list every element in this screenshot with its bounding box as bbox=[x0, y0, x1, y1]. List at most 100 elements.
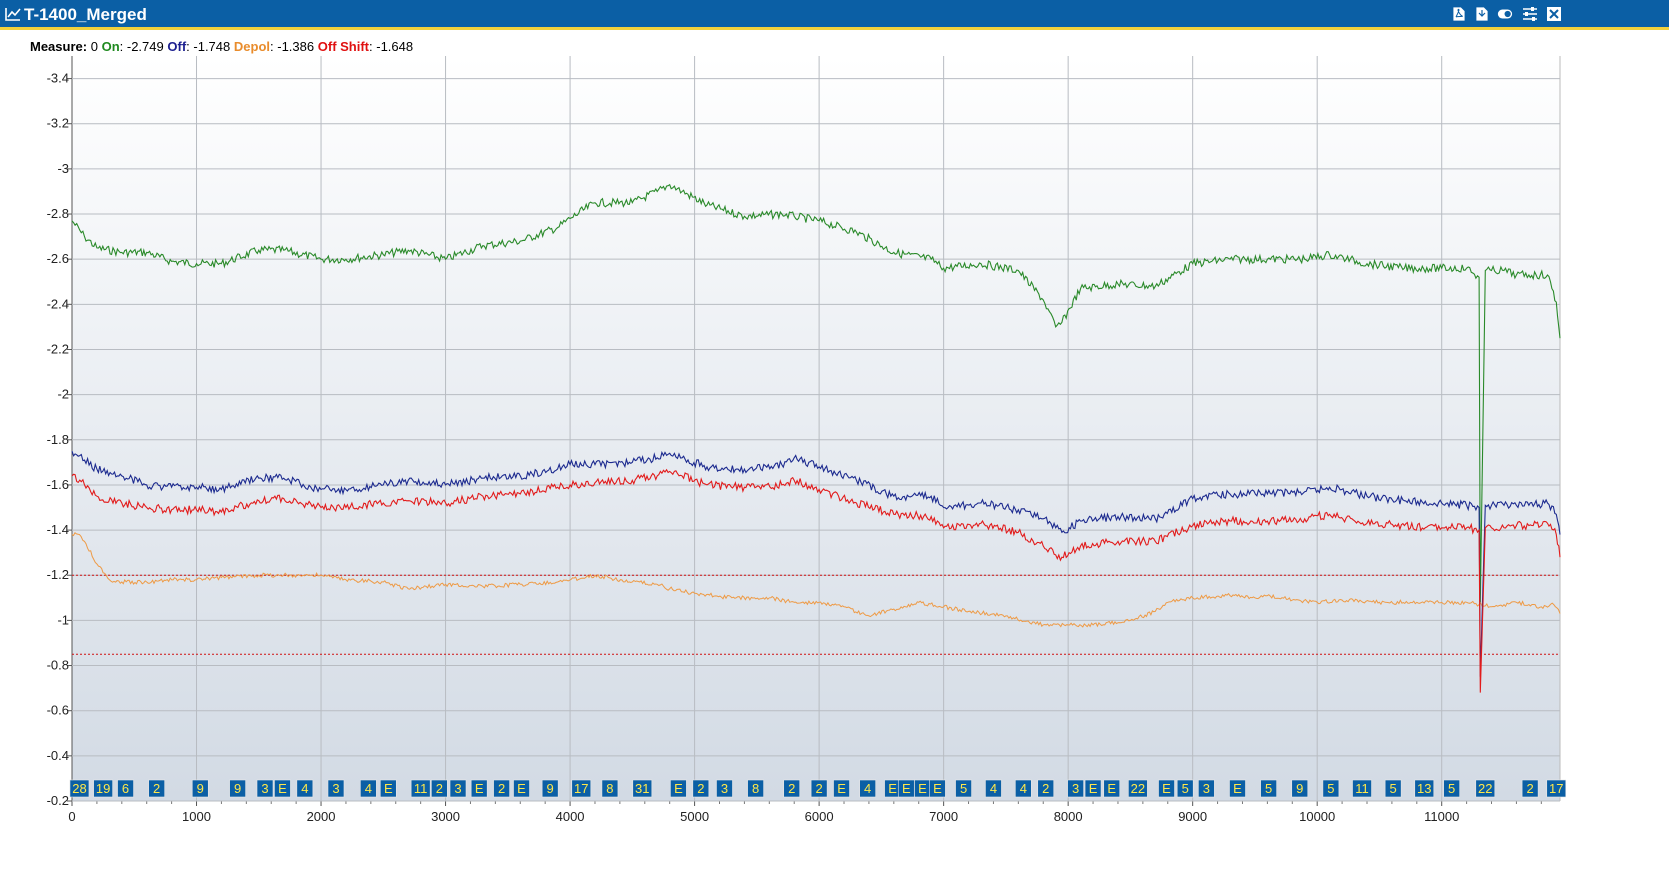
event-marker-label: 4 bbox=[864, 781, 871, 796]
x-tick-label: 4000 bbox=[556, 809, 585, 824]
event-marker-label: 4 bbox=[1020, 781, 1027, 796]
y-tick-label: -3.2 bbox=[47, 116, 69, 131]
settings-icon[interactable] bbox=[1522, 6, 1538, 22]
event-marker-label: 4 bbox=[990, 781, 997, 796]
off-value: -1.748 bbox=[193, 39, 231, 54]
event-marker-label: 2 bbox=[788, 781, 795, 796]
event-marker-label: 2 bbox=[815, 781, 822, 796]
off-shift-label: Off Shift bbox=[317, 39, 370, 54]
event-marker-label: 5 bbox=[1182, 781, 1189, 796]
event-marker-label: 3 bbox=[721, 781, 728, 796]
y-tick-label: -1 bbox=[57, 612, 69, 627]
event-marker-label: 2 bbox=[1526, 781, 1533, 796]
event-marker-label: 4 bbox=[301, 781, 308, 796]
event-marker-label: 5 bbox=[960, 781, 967, 796]
depol-label: Depol bbox=[233, 39, 271, 54]
event-marker-label: 11 bbox=[414, 781, 428, 796]
event-marker-label: E bbox=[902, 781, 911, 796]
event-marker-label: 3 bbox=[1072, 781, 1079, 796]
x-tick-label: 10000 bbox=[1299, 809, 1335, 824]
event-marker-label: 3 bbox=[261, 781, 268, 796]
event-marker-label: 19 bbox=[96, 781, 110, 796]
event-marker-label: 2 bbox=[153, 781, 160, 796]
event-marker-label: E bbox=[837, 781, 846, 796]
on-value: -2.749 bbox=[126, 39, 164, 54]
x-tick-label: 7000 bbox=[929, 809, 958, 824]
event-marker-label: 9 bbox=[234, 781, 241, 796]
measure-label: Measure bbox=[30, 39, 83, 54]
event-marker-label: 5 bbox=[1448, 781, 1455, 796]
y-tick-label: -3 bbox=[57, 161, 69, 176]
event-marker-label: 4 bbox=[365, 781, 372, 796]
y-tick-label: -0.8 bbox=[47, 658, 69, 673]
event-marker-label: 22 bbox=[1131, 781, 1145, 796]
event-marker-label: 9 bbox=[547, 781, 554, 796]
y-tick-label: -2.2 bbox=[47, 341, 69, 356]
event-marker-label: 3 bbox=[332, 781, 339, 796]
event-marker-label: 17 bbox=[574, 781, 588, 796]
x-tick-label: 1000 bbox=[182, 809, 211, 824]
event-marker-label: 8 bbox=[606, 781, 613, 796]
event-marker-label: 6 bbox=[122, 781, 129, 796]
y-tick-label: -2.4 bbox=[47, 296, 69, 311]
title-bar: T-1400_Merged bbox=[0, 0, 1669, 30]
event-marker-label: E bbox=[674, 781, 683, 796]
event-marker-label: 9 bbox=[197, 781, 204, 796]
y-tick-label: -1.4 bbox=[47, 522, 69, 537]
pdf-export-icon[interactable] bbox=[1451, 6, 1467, 22]
event-marker-label: 9 bbox=[1296, 781, 1303, 796]
x-tick-label: 6000 bbox=[805, 809, 834, 824]
depol-value: -1.386 bbox=[277, 39, 315, 54]
event-marker-label: E bbox=[517, 781, 526, 796]
event-marker-label: 28 bbox=[72, 781, 86, 796]
event-marker-label: 5 bbox=[1265, 781, 1272, 796]
event-marker-label: E bbox=[918, 781, 927, 796]
y-tick-label: -1.8 bbox=[47, 432, 69, 447]
y-tick-label: -0.4 bbox=[47, 748, 69, 763]
window-title: T-1400_Merged bbox=[24, 5, 147, 24]
y-tick-label: -0.6 bbox=[47, 703, 69, 718]
event-marker-label: 5 bbox=[1327, 781, 1334, 796]
plot-background bbox=[72, 56, 1560, 801]
event-marker-label: E bbox=[278, 781, 287, 796]
y-tick-label: -2.6 bbox=[47, 251, 69, 266]
event-marker-label: E bbox=[1107, 781, 1116, 796]
event-marker-label: E bbox=[888, 781, 897, 796]
event-marker-label: 11 bbox=[1355, 781, 1369, 796]
event-marker-label: 2 bbox=[436, 781, 443, 796]
close-icon[interactable] bbox=[1546, 6, 1562, 22]
event-marker-label: E bbox=[1162, 781, 1171, 796]
event-marker-label: 3 bbox=[454, 781, 461, 796]
x-tick-label: 9000 bbox=[1178, 809, 1207, 824]
y-tick-label: -3.4 bbox=[47, 71, 69, 86]
chart-plot[interactable]: 28 19 6 2 9 9 3 E 4 3 4 E 11 2 3 E 2 E 9 17 8 31 E 2 3 8 2 2 E 4 E E E E 5… bbox=[0, 56, 1669, 878]
y-tick-label: -2.8 bbox=[47, 206, 69, 221]
off-shift-value: -1.648 bbox=[376, 39, 414, 54]
event-marker-label: E bbox=[384, 781, 393, 796]
y-tick-label: -1.6 bbox=[47, 477, 69, 492]
y-tick-label: -1.2 bbox=[47, 567, 69, 582]
x-tick-label: 2000 bbox=[307, 809, 336, 824]
event-marker-label: 8 bbox=[752, 781, 759, 796]
event-marker-label: 2 bbox=[498, 781, 505, 796]
event-marker-label: 3 bbox=[1203, 781, 1210, 796]
line-chart-icon bbox=[5, 7, 21, 21]
y-tick-label: -0.2 bbox=[47, 793, 69, 808]
y-tick-label: -2 bbox=[57, 387, 69, 402]
off-label: Off bbox=[167, 39, 187, 54]
measure-index: 0 bbox=[90, 39, 98, 54]
file-export-icon[interactable] bbox=[1474, 6, 1490, 22]
x-tick-label: 8000 bbox=[1054, 809, 1083, 824]
event-marker-label: 2 bbox=[697, 781, 704, 796]
event-marker-label: E bbox=[475, 781, 484, 796]
x-tick-label: 3000 bbox=[431, 809, 460, 824]
event-marker-label: 5 bbox=[1390, 781, 1397, 796]
x-tick-label: 5000 bbox=[680, 809, 709, 824]
event-marker-label: 22 bbox=[1478, 781, 1492, 796]
on-label: On bbox=[101, 39, 120, 54]
x-tick-label: 11000 bbox=[1424, 809, 1459, 824]
event-marker-label: 13 bbox=[1417, 781, 1431, 796]
x-tick-label: 0 bbox=[68, 809, 75, 824]
toggle-icon[interactable] bbox=[1497, 6, 1513, 22]
event-marker-label: 17 bbox=[1549, 781, 1563, 796]
